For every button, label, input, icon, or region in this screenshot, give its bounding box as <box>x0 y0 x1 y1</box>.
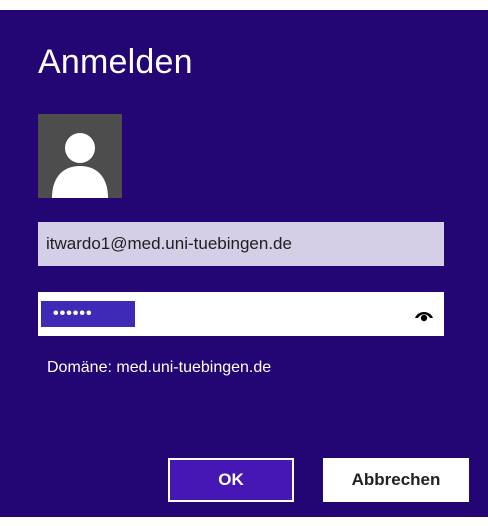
ok-button[interactable]: OK <box>168 458 294 502</box>
username-input[interactable]: itwardo1@med.uni-tuebingen.de <box>38 222 444 266</box>
user-avatar <box>38 114 122 198</box>
user-silhouette-icon <box>38 114 122 198</box>
dialog-title: Anmelden <box>38 43 193 81</box>
password-masked-text: •••••• <box>41 301 135 327</box>
cancel-button[interactable]: Abbrechen <box>323 458 469 502</box>
domain-label: Domäne: med.uni-tuebingen.de <box>47 359 272 376</box>
eye-icon[interactable] <box>414 307 434 323</box>
password-input[interactable]: •••••• <box>38 292 444 336</box>
